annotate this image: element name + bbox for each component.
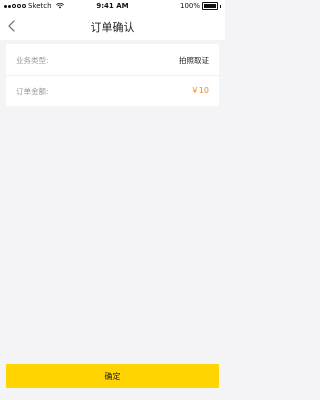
order-amount-value: ￥10 (190, 86, 209, 95)
battery-tip (220, 4, 221, 8)
business-type-value: 拍照取证 (179, 56, 209, 65)
row-business-type: 业务类型: 拍照取证 (6, 44, 219, 76)
battery-icon (202, 2, 218, 10)
row-order-amount: 订单金额: ￥10 (6, 75, 219, 106)
order-card: 业务类型: 拍照取证 订单金额: ￥10 (6, 44, 219, 106)
status-bar: Sketch 9:41 AM 100% (0, 0, 225, 12)
nav-bar: 订单确认 (0, 12, 225, 40)
order-amount-label: 订单金额: (16, 87, 49, 96)
business-type-label: 业务类型: (16, 56, 49, 65)
page-title: 订单确认 (90, 21, 135, 34)
confirm-button[interactable]: 确定 (6, 364, 219, 388)
battery-group: 100% (180, 2, 221, 10)
battery-percent: 100% (179, 2, 200, 10)
